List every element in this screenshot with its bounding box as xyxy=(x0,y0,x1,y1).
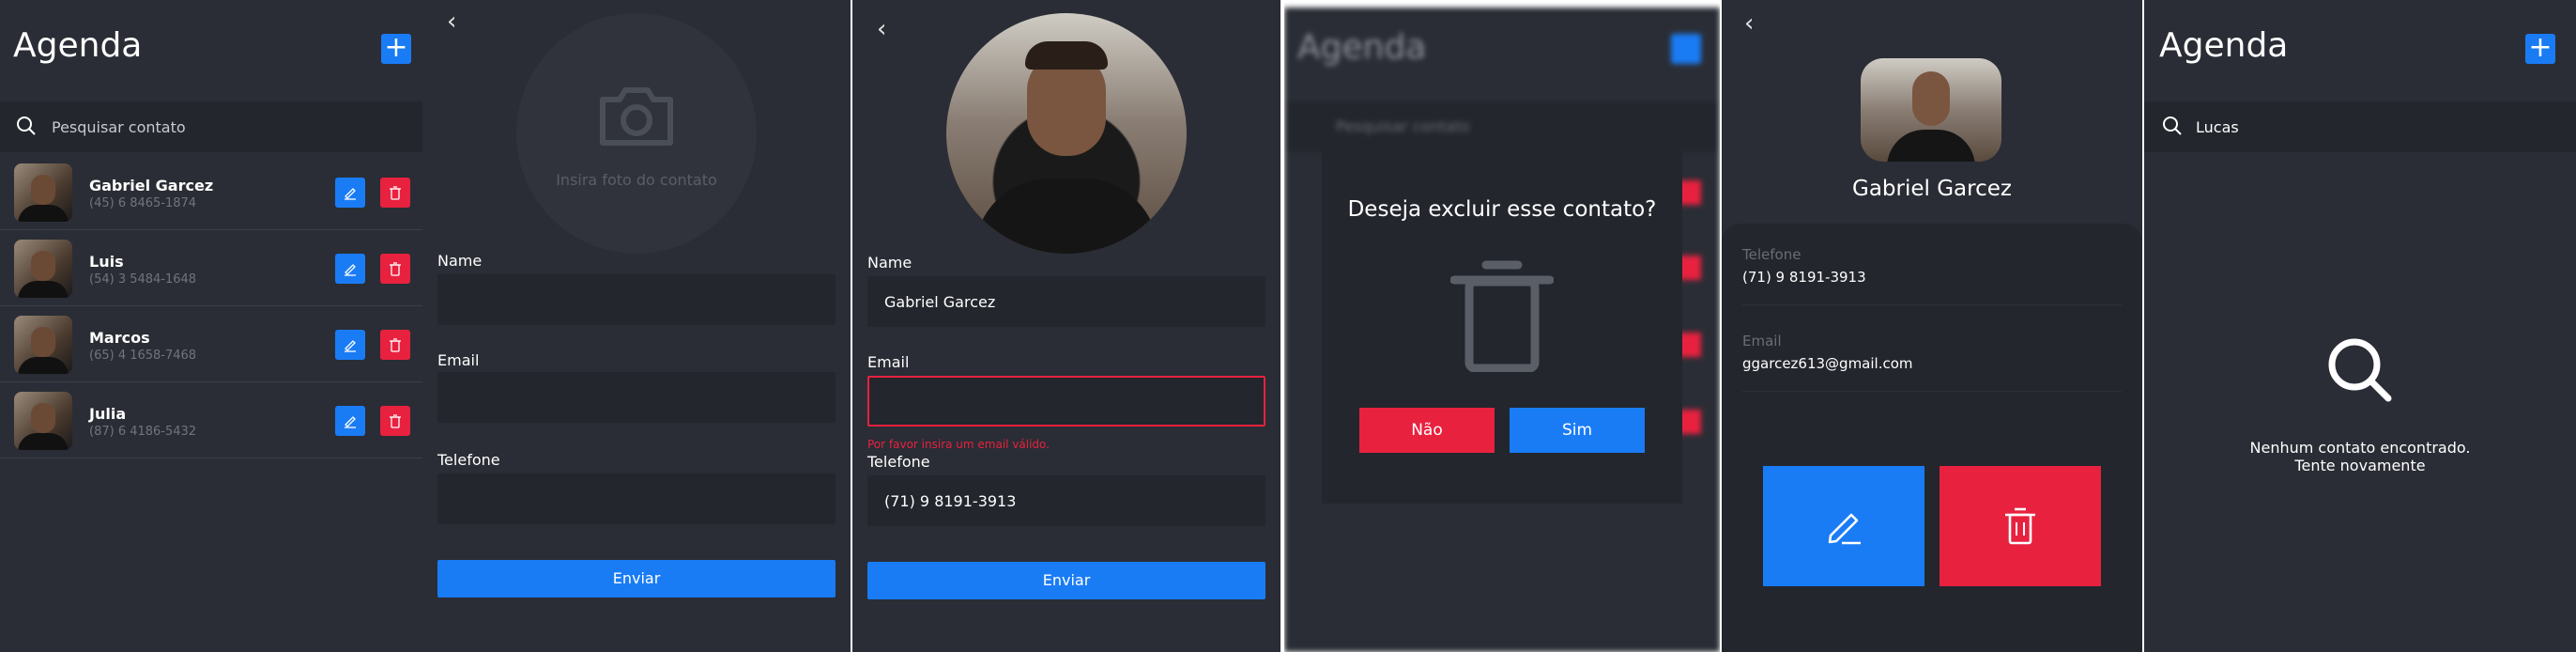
search-icon xyxy=(2328,338,2392,402)
delete-button[interactable] xyxy=(380,406,410,436)
trash-icon xyxy=(2005,507,2035,545)
trash-icon xyxy=(390,414,401,428)
contact-name: Gabriel Garcez xyxy=(1852,177,2012,201)
no-button[interactable]: Não xyxy=(1359,408,1495,453)
delete-button[interactable] xyxy=(380,330,410,360)
screen-new-contact: ‹ Insira foto do contato Name Email Tele… xyxy=(422,0,851,652)
edit-button[interactable] xyxy=(335,406,365,436)
contact-name: Marcos xyxy=(89,329,150,347)
screen-contact-list: Agenda + Pesquisar contato Gabriel Garce… xyxy=(0,0,422,652)
screen-contact-details: ‹ Gabriel Garcez Telefone (71) 9 8191-39… xyxy=(1722,0,2142,652)
divider xyxy=(1742,391,2122,392)
trash-icon xyxy=(390,186,401,200)
contact-name: Luis xyxy=(89,253,124,271)
edit-icon xyxy=(1828,513,1861,545)
contact-name: Julia xyxy=(89,405,127,423)
phone-label: Telefone xyxy=(867,453,930,471)
list-item[interactable]: Julia (87) 6 4186-5432 xyxy=(0,382,422,458)
avatar xyxy=(14,163,72,222)
email-label: Email xyxy=(437,351,480,369)
contact-phone: (65) 4 1658-7468 xyxy=(89,349,197,363)
add-contact-button[interactable]: + xyxy=(2525,34,2555,64)
delete-button[interactable] xyxy=(1940,466,2101,586)
edit-icon xyxy=(345,416,356,428)
email-label: Email xyxy=(1742,333,1782,349)
contact-photo xyxy=(1861,58,2001,162)
list-item[interactable]: Gabriel Garcez (45) 6 8465-1874 xyxy=(0,154,422,230)
phone-value: (71) 9 8191-3913 xyxy=(884,492,1017,510)
contact-phone: (54) 3 5484-1648 xyxy=(89,272,197,287)
phone-field[interactable] xyxy=(437,473,836,524)
screen-delete-confirm: Agenda Pesquisar contato Deseja excluir … xyxy=(1284,0,1720,652)
trash-icon xyxy=(390,338,401,352)
name-field[interactable]: Gabriel Garcez xyxy=(867,276,1265,327)
email-error: Por favor insira um email válido. xyxy=(867,438,1050,451)
photo-picker[interactable]: Insira foto do contato xyxy=(516,13,757,254)
search-input[interactable]: Lucas xyxy=(2196,118,2239,136)
plus-icon: + xyxy=(2528,31,2553,64)
screen-search-empty: Agenda + Lucas Nenhum contato encontrado… xyxy=(2144,0,2576,652)
name-field[interactable] xyxy=(437,274,836,325)
list-item[interactable]: Marcos (65) 4 1658-7468 xyxy=(0,306,422,382)
phone-field[interactable]: (71) 9 8191-3913 xyxy=(867,475,1265,526)
search-placeholder: Pesquisar contato xyxy=(1336,117,1470,135)
yes-button[interactable]: Sim xyxy=(1510,408,1645,453)
edit-button[interactable] xyxy=(335,178,365,208)
trash-icon xyxy=(1450,260,1554,372)
name-label: Name xyxy=(867,254,912,272)
avatar xyxy=(14,240,72,298)
phone-label: Telefone xyxy=(437,451,500,469)
plus-icon xyxy=(1671,34,1701,64)
empty-state-message: Nenhum contato encontrado. xyxy=(2249,439,2471,457)
avatar xyxy=(14,392,72,450)
email-value: ggarcez613@gmail.com xyxy=(1742,355,1913,372)
contact-phone: (87) 6 4186-5432 xyxy=(89,425,197,439)
page-title: Agenda xyxy=(2159,26,2289,65)
phone-value: (71) 9 8191-3913 xyxy=(1742,269,1866,286)
email-field[interactable] xyxy=(437,372,836,423)
delete-button[interactable] xyxy=(380,254,410,284)
empty-state-hint: Tente novamente xyxy=(2294,457,2426,474)
submit-button[interactable]: Enviar xyxy=(867,562,1265,599)
phone-label: Telefone xyxy=(1742,246,1802,263)
edit-button[interactable] xyxy=(335,254,365,284)
name-label: Name xyxy=(437,252,483,270)
submit-button[interactable]: Enviar xyxy=(437,560,836,598)
divider xyxy=(1742,304,2122,305)
back-chevron-icon[interactable]: ‹ xyxy=(877,15,886,43)
back-chevron-icon[interactable]: ‹ xyxy=(447,8,456,36)
edit-icon xyxy=(345,264,356,276)
email-field[interactable] xyxy=(867,376,1265,427)
add-contact-button[interactable]: + xyxy=(381,34,411,64)
list-item[interactable]: Luis (54) 3 5484-1648 xyxy=(0,230,422,306)
delete-button[interactable] xyxy=(380,178,410,208)
details-card: Telefone (71) 9 8191-3913 Email ggarcez6… xyxy=(1722,224,2142,652)
back-chevron-icon[interactable]: ‹ xyxy=(1744,9,1754,38)
contact-phone: (45) 6 8465-1874 xyxy=(89,196,197,210)
search-icon xyxy=(2163,116,2182,135)
modal-question: Deseja excluir esse contato? xyxy=(1347,197,1657,222)
email-label: Email xyxy=(867,353,910,371)
page-title: Agenda xyxy=(1297,28,1427,67)
edit-button[interactable] xyxy=(335,330,365,360)
photo-hint: Insira foto do contato xyxy=(556,171,717,189)
search-bar[interactable]: Lucas xyxy=(2144,101,2576,152)
contact-photo[interactable] xyxy=(946,13,1187,254)
screen-edit-contact: ‹ Name Gabriel Garcez Email Por favor in… xyxy=(852,0,1280,652)
avatar xyxy=(14,316,72,374)
edit-button[interactable] xyxy=(1763,466,1924,586)
edit-icon xyxy=(345,188,356,200)
page-title: Agenda xyxy=(13,26,143,65)
trash-icon xyxy=(390,262,401,276)
confirm-modal: Deseja excluir esse contato? Não Sim xyxy=(1322,145,1682,504)
contact-name: Gabriel Garcez xyxy=(89,177,214,194)
search-icon xyxy=(17,116,36,135)
search-bar[interactable]: Pesquisar contato xyxy=(0,101,422,152)
search-input[interactable]: Pesquisar contato xyxy=(52,118,186,136)
name-value: Gabriel Garcez xyxy=(884,293,996,311)
plus-icon: + xyxy=(384,31,408,64)
edit-icon xyxy=(345,340,356,352)
camera-icon xyxy=(600,87,673,146)
